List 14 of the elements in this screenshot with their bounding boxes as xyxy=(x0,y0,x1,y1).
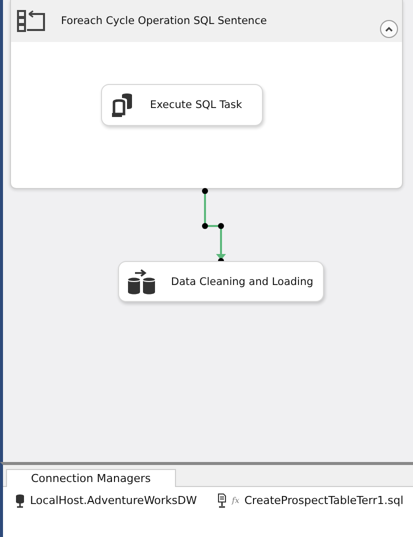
connection-managers-tab[interactable]: Connection Managers xyxy=(6,469,176,487)
collapse-button[interactable] xyxy=(380,20,398,38)
chevron-icon xyxy=(384,25,394,33)
task-node[interactable]: Execute SQL Task xyxy=(101,84,263,126)
connection-manager[interactable]: LocalHost.AdventureWorksDW xyxy=(15,493,197,508)
task-node[interactable]: Data Cleaning and Loading xyxy=(118,261,324,302)
file-icon xyxy=(216,493,227,508)
foreach-container[interactable]: Foreach Cycle Operation SQL Sentence Execute SQL Task xyxy=(10,0,403,189)
loop-container-icon xyxy=(17,10,47,32)
data-flow-icon xyxy=(127,268,157,294)
connection-manager[interactable]: fx CreateProspectTableTerr1.sql xyxy=(216,493,404,508)
database-icon xyxy=(15,494,25,508)
container-title: Foreach Cycle Operation SQL Sentence xyxy=(61,15,267,27)
expression-mark: fx xyxy=(232,496,240,505)
